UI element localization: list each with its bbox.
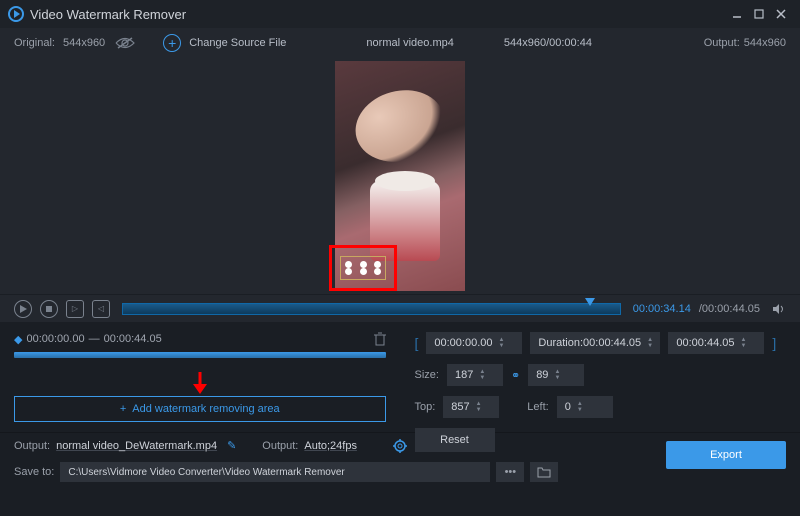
- output-filename[interactable]: normal video_DeWatermark.mp4: [56, 440, 217, 452]
- resize-handle[interactable]: [374, 261, 381, 268]
- clip-end-bracket-icon[interactable]: ]: [772, 335, 776, 351]
- resize-handle[interactable]: [345, 261, 352, 268]
- output-format-label: Output:: [262, 440, 298, 452]
- step-down-icon[interactable]: ▼: [577, 407, 583, 413]
- volume-icon[interactable]: [772, 302, 786, 316]
- resize-handle[interactable]: [360, 261, 367, 268]
- close-button[interactable]: [770, 3, 792, 25]
- top-input[interactable]: 857▲▼: [443, 396, 499, 418]
- time-current: 00:00:34.14: [633, 303, 691, 315]
- step-down-icon[interactable]: ▼: [554, 375, 560, 381]
- aspect-link-icon[interactable]: ⚭: [511, 369, 520, 382]
- top-label: Top:: [415, 401, 436, 413]
- output-settings-icon[interactable]: [393, 439, 407, 453]
- output-format-value[interactable]: Auto;24fps: [304, 440, 357, 452]
- segment-end: 00:00:44.05: [104, 333, 162, 345]
- delete-segment-icon[interactable]: [374, 332, 386, 346]
- save-to-label: Save to:: [14, 466, 54, 478]
- step-down-icon[interactable]: ▼: [476, 407, 482, 413]
- clip-start-input[interactable]: 00:00:00.00▲▼: [426, 332, 522, 354]
- resize-handle[interactable]: [360, 268, 367, 275]
- change-source-button[interactable]: + Change Source File: [163, 34, 286, 52]
- play-button[interactable]: [14, 300, 32, 318]
- duration-input[interactable]: Duration:00:00:44.05▲▼: [530, 332, 660, 354]
- time-total: /00:00:44.05: [699, 303, 760, 315]
- size-label: Size:: [415, 369, 439, 381]
- step-down-icon[interactable]: ▼: [647, 343, 653, 349]
- segment-sep: —: [89, 333, 100, 345]
- segment-item[interactable]: ◆ 00:00:00.00 — 00:00:44.05: [14, 332, 386, 346]
- left-label: Left:: [527, 401, 548, 413]
- edit-filename-icon[interactable]: ✎: [227, 439, 236, 452]
- step-forward-button[interactable]: ▷: [66, 300, 84, 318]
- output-resolution: 544x960: [744, 37, 786, 49]
- segment-start: 00:00:00.00: [26, 333, 84, 345]
- step-down-icon[interactable]: ▼: [741, 343, 747, 349]
- video-preview-area[interactable]: [0, 58, 800, 294]
- plus-icon: +: [120, 403, 126, 415]
- app-logo-icon: [8, 6, 24, 22]
- progress-track[interactable]: [122, 303, 621, 315]
- step-down-icon[interactable]: ▼: [499, 343, 505, 349]
- add-watermark-area-button[interactable]: + Add watermark removing area: [14, 396, 386, 422]
- clip-end-input[interactable]: 00:00:44.05▲▼: [668, 332, 764, 354]
- file-info-bar: Original: 544x960 + Change Source File n…: [0, 28, 800, 58]
- add-watermark-label: Add watermark removing area: [132, 403, 279, 415]
- watermark-selection-annotation: [329, 245, 397, 291]
- step-back-button[interactable]: ◁: [92, 300, 110, 318]
- segment-timeline[interactable]: [14, 352, 386, 358]
- segments-panel: ◆ 00:00:00.00 — 00:00:44.05 + Add waterm…: [0, 322, 401, 432]
- source-res-duration: 544x960/00:00:44: [504, 37, 592, 49]
- resize-handle[interactable]: [374, 268, 381, 275]
- export-button[interactable]: Export: [666, 441, 786, 469]
- resize-handle[interactable]: [345, 268, 352, 275]
- app-title: Video Watermark Remover: [30, 7, 726, 22]
- size-height-input[interactable]: 89▲▼: [528, 364, 584, 386]
- source-filename: normal video.mp4: [366, 37, 453, 49]
- output-file-label: Output:: [14, 440, 50, 452]
- save-path-input[interactable]: C:\Users\Vidmore Video Converter\Video W…: [60, 462, 490, 482]
- segment-marker-icon: ◆: [14, 333, 22, 346]
- more-options-button[interactable]: •••: [496, 462, 524, 482]
- change-source-label: Change Source File: [189, 37, 286, 49]
- playhead-icon[interactable]: [585, 298, 595, 306]
- left-input[interactable]: 0▲▼: [557, 396, 613, 418]
- controls-panel: [ 00:00:00.00▲▼ Duration:00:00:44.05▲▼ 0…: [401, 322, 800, 432]
- output-label: Output:: [704, 37, 740, 49]
- plus-circle-icon: +: [163, 34, 181, 52]
- step-down-icon[interactable]: ▼: [479, 375, 485, 381]
- playback-bar: ▷ ◁ 00:00:34.14 /00:00:44.05: [0, 294, 800, 322]
- clip-start-bracket-icon[interactable]: [: [415, 335, 419, 351]
- toggle-preview-icon[interactable]: [115, 36, 135, 50]
- watermark-selection-box[interactable]: [340, 256, 386, 280]
- title-bar: Video Watermark Remover: [0, 0, 800, 28]
- open-folder-button[interactable]: [530, 462, 558, 482]
- size-width-input[interactable]: 187▲▼: [447, 364, 503, 386]
- maximize-button[interactable]: [748, 3, 770, 25]
- annotation-arrow-icon: [190, 372, 210, 396]
- minimize-button[interactable]: [726, 3, 748, 25]
- reset-button[interactable]: Reset: [415, 428, 495, 452]
- stop-button[interactable]: [40, 300, 58, 318]
- original-label: Original:: [14, 37, 55, 49]
- original-resolution: 544x960: [63, 37, 105, 49]
